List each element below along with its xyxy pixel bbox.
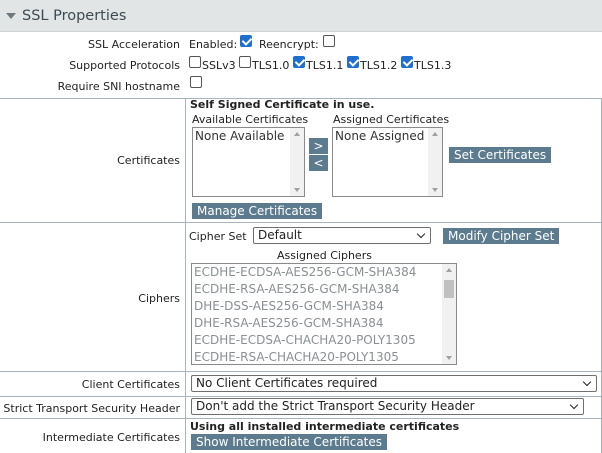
scrollbar[interactable]: [442, 264, 456, 364]
supported-protocols-label: Supported Protocols: [69, 59, 180, 72]
chevron-down-icon: [416, 229, 426, 239]
tls13-checkbox[interactable]: [401, 56, 413, 68]
assigned-ciphers-label: Assigned Ciphers: [277, 249, 372, 262]
sslv3-label: SSLv3: [202, 59, 236, 72]
assigned-certificates-label: Assigned Certificates: [333, 113, 450, 126]
tls13-label: TLS1.3: [414, 59, 452, 72]
sslv3-checkbox[interactable]: [189, 56, 201, 68]
tls10-label: TLS1.0: [252, 59, 290, 72]
hsts-select[interactable]: Don't add the Strict Transport Security …: [191, 398, 584, 415]
available-certificates-list[interactable]: None Available: [192, 127, 305, 197]
chevron-down-icon: [569, 400, 579, 410]
scroll-up-icon[interactable]: [446, 268, 452, 272]
collapse-triangle-icon[interactable]: [6, 13, 16, 19]
scroll-up-icon[interactable]: [294, 132, 300, 136]
scroll-down-icon[interactable]: [446, 356, 452, 360]
list-item[interactable]: ECDHE-ECDSA-AES256-GCM-SHA384: [192, 264, 456, 281]
list-item[interactable]: DHE-DSS-AES256-GCM-SHA384: [192, 298, 456, 315]
manage-certificates-button[interactable]: Manage Certificates: [192, 203, 323, 219]
client-certificates-select[interactable]: No Client Certificates required: [191, 375, 597, 392]
enabled-label: Enabled:: [189, 38, 238, 51]
tls11-checkbox[interactable]: [293, 56, 305, 68]
ciphers-label: Ciphers: [138, 292, 180, 305]
section-header[interactable]: SSL Properties: [0, 0, 602, 32]
client-certificates-label: Client Certificates: [81, 378, 180, 391]
list-item[interactable]: ECDHE-RSA-AES256-GCM-SHA384: [192, 281, 456, 298]
row-divider: [0, 371, 602, 372]
tls11-label: TLS1.1: [306, 59, 344, 72]
intermediate-certificates-label: Intermediate Certificates: [42, 431, 180, 444]
tls10-checkbox[interactable]: [239, 56, 251, 68]
section-title: SSL Properties: [22, 8, 127, 24]
hsts-label: Strict Transport Security Header: [3, 402, 180, 415]
list-item[interactable]: ECDHE-RSA-CHACHA20-POLY1305: [192, 349, 456, 364]
reencrypt-label: Reencrypt:: [259, 38, 319, 51]
list-item[interactable]: ECDHE-ECDSA-CHACHA20-POLY1305: [192, 332, 456, 349]
row-divider: [0, 396, 602, 397]
cipher-set-value: Default: [258, 228, 302, 242]
tls12-checkbox[interactable]: [347, 56, 359, 68]
list-item[interactable]: None Available: [193, 128, 304, 145]
client-certificates-value: No Client Certificates required: [196, 376, 378, 390]
self-signed-notice: Self Signed Certificate in use.: [190, 98, 375, 111]
assigned-certificates-list[interactable]: None Assigned: [332, 127, 443, 197]
scrollbar-thumb[interactable]: [444, 280, 454, 298]
cipher-set-select[interactable]: Default: [253, 227, 431, 244]
scrollbar[interactable]: [290, 128, 304, 196]
list-item[interactable]: None Assigned: [333, 128, 442, 145]
column-divider: [185, 98, 186, 453]
list-item[interactable]: DHE-RSA-AES256-GCM-SHA384: [192, 315, 456, 332]
set-certificates-button[interactable]: Set Certificates: [449, 147, 552, 163]
require-sni-checkbox[interactable]: [190, 76, 202, 88]
move-right-button[interactable]: >: [309, 138, 328, 154]
chevron-down-icon: [582, 377, 592, 387]
show-intermediate-certificates-button[interactable]: Show Intermediate Certificates: [191, 434, 388, 450]
modify-cipher-set-button[interactable]: Modify Cipher Set: [443, 228, 560, 244]
ssl-acceleration-label: SSL Acceleration: [88, 38, 180, 51]
enabled-checkbox[interactable]: [240, 35, 252, 47]
tls12-label: TLS1.2: [360, 59, 398, 72]
row-divider: [0, 222, 602, 223]
scroll-down-icon[interactable]: [294, 188, 300, 192]
scroll-down-icon[interactable]: [432, 188, 438, 192]
move-left-button[interactable]: <: [309, 155, 328, 171]
certificates-label: Certificates: [117, 154, 180, 167]
hsts-value: Don't add the Strict Transport Security …: [196, 399, 475, 413]
reencrypt-checkbox[interactable]: [323, 35, 335, 47]
scrollbar[interactable]: [428, 128, 442, 196]
cipher-set-label: Cipher Set: [189, 230, 247, 243]
available-certificates-label: Available Certificates: [192, 113, 309, 126]
row-divider: [0, 418, 602, 419]
assigned-ciphers-list[interactable]: ECDHE-ECDSA-AES256-GCM-SHA384 ECDHE-RSA-…: [191, 263, 457, 365]
scroll-up-icon[interactable]: [432, 132, 438, 136]
intermediate-notice: Using all installed intermediate certifi…: [190, 420, 460, 433]
require-sni-label: Require SNI hostname: [57, 80, 180, 93]
